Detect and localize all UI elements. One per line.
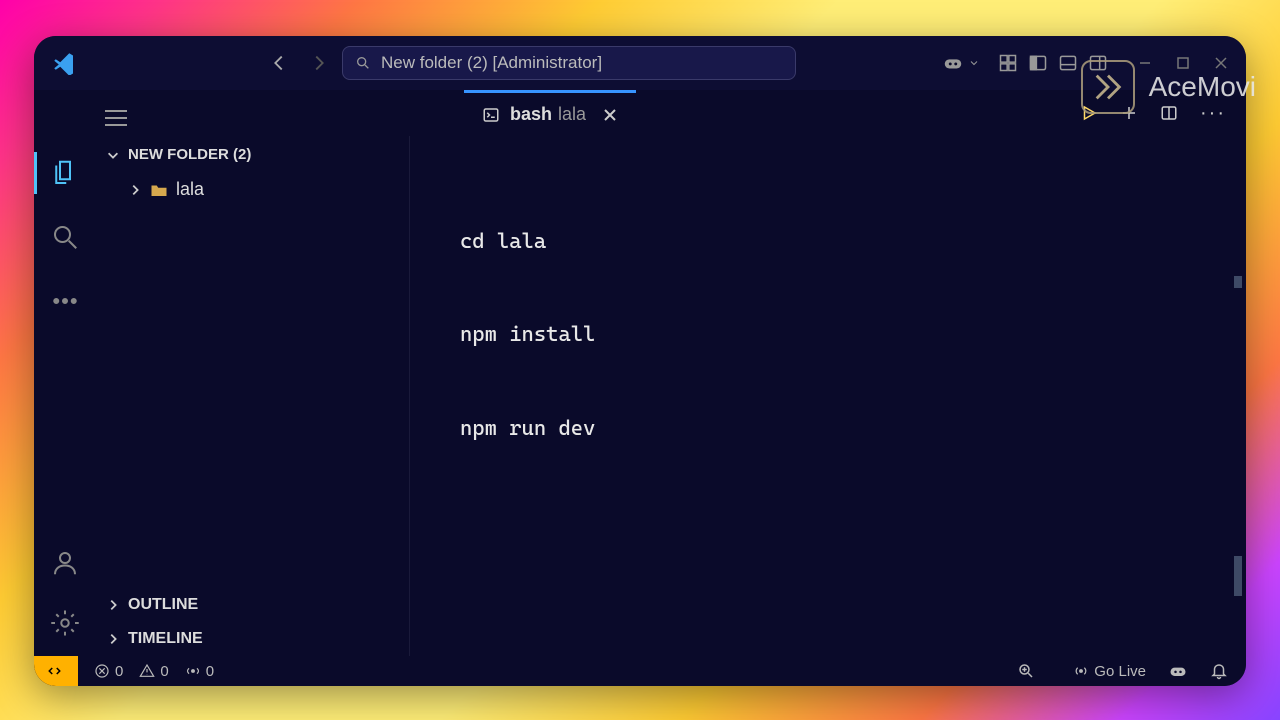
split-editor-icon[interactable] <box>1160 104 1178 122</box>
search-icon <box>355 55 371 71</box>
status-go-live[interactable]: Go Live <box>1073 663 1146 680</box>
nav-back-icon[interactable] <box>268 52 290 74</box>
outline-label: OUTLINE <box>128 596 198 614</box>
scrollbar-marker <box>1234 276 1242 288</box>
broadcast-icon <box>1073 663 1089 679</box>
tab-terminal[interactable]: bash lala <box>464 90 636 136</box>
maximize-icon[interactable] <box>1176 56 1190 70</box>
timeline-label: TIMELINE <box>128 630 203 648</box>
vscode-logo-icon <box>52 51 76 75</box>
tab-close-icon[interactable] <box>602 107 618 123</box>
terminal-content: cd lala npm install npm run dev User@DES… <box>410 136 1246 656</box>
terminal-icon <box>482 106 500 124</box>
menu-button[interactable] <box>96 98 136 138</box>
gear-icon <box>50 608 80 638</box>
status-warnings[interactable]: 0 <box>139 663 168 680</box>
ellipsis-icon <box>50 286 80 316</box>
copilot-icon <box>942 52 964 74</box>
terminal-editor[interactable]: cd lala npm install npm run dev User@DES… <box>410 136 1246 656</box>
term-prompt-1: User@DESKTOP-PAULOB7 MINGW64 ~/Desktop/N… <box>432 622 1224 656</box>
tab-name: lala <box>558 104 586 125</box>
nav-forward-icon <box>308 52 330 74</box>
account-icon <box>50 548 80 578</box>
new-terminal-icon[interactable] <box>1120 104 1138 122</box>
activity-account[interactable] <box>50 548 80 578</box>
tab-kind: bash <box>510 104 552 125</box>
chevron-right-icon <box>128 183 142 197</box>
command-center-text: New folder (2) [Administrator] <box>381 53 602 73</box>
close-window-icon[interactable] <box>1214 56 1228 70</box>
explorer-folder-header[interactable]: NEW FOLDER (2) <box>96 136 409 173</box>
activity-more[interactable] <box>50 286 80 316</box>
remote-button[interactable] <box>34 656 78 686</box>
zoom-icon[interactable] <box>1017 662 1035 680</box>
activity-explorer[interactable] <box>50 158 80 188</box>
radio-icon <box>185 663 201 679</box>
remote-icon <box>47 662 65 680</box>
chevron-down-icon <box>106 148 120 162</box>
activity-settings[interactable] <box>50 608 80 638</box>
status-bar: 0 0 0 Go Live <box>34 656 1246 686</box>
run-icon[interactable] <box>1080 104 1098 122</box>
tree-item-label: lala <box>176 179 204 200</box>
command-center[interactable]: New folder (2) [Administrator] <box>342 46 796 80</box>
term-line: npm install <box>432 319 1224 350</box>
folder-icon <box>150 182 168 198</box>
term-line: npm run dev <box>432 413 1224 444</box>
chevron-right-icon <box>106 598 120 612</box>
tree-item-lala[interactable]: lala <box>124 173 409 206</box>
status-errors[interactable]: 0 <box>94 663 123 680</box>
term-line: cd lala <box>432 226 1224 257</box>
scrollbar-thumb[interactable] <box>1234 556 1242 596</box>
copilot-button[interactable] <box>942 52 980 74</box>
explorer-sidebar: NEW FOLDER (2) lala OUTLINE TIMELINE <box>96 136 410 656</box>
toggle-sidebar-icon[interactable] <box>1028 53 1048 73</box>
toggle-panel-icon[interactable] <box>1058 53 1078 73</box>
chevron-right-icon <box>106 632 120 646</box>
outline-section[interactable]: OUTLINE <box>96 588 409 622</box>
editor-more-icon[interactable]: ··· <box>1200 102 1226 125</box>
activity-bar <box>34 136 96 656</box>
copilot-status-icon[interactable] <box>1168 661 1188 681</box>
hamburger-icon <box>105 110 127 126</box>
warning-icon <box>139 663 155 679</box>
files-icon <box>50 158 80 188</box>
status-ports[interactable]: 0 <box>185 663 214 680</box>
toggle-secondary-icon[interactable] <box>1088 53 1108 73</box>
bell-icon[interactable] <box>1210 662 1228 680</box>
titlebar: New folder (2) [Administrator] <box>34 36 1246 90</box>
minimize-icon[interactable] <box>1138 56 1152 70</box>
chevron-down-icon <box>968 57 980 69</box>
tab-bar: ··· bash lala ··· <box>34 90 1246 136</box>
explorer-folder-name: NEW FOLDER (2) <box>128 146 251 163</box>
search-icon <box>50 222 80 252</box>
vscode-window: New folder (2) [Administrator] ··· <box>34 36 1246 686</box>
timeline-section[interactable]: TIMELINE <box>96 622 409 656</box>
error-icon <box>94 663 110 679</box>
activity-search[interactable] <box>50 222 80 252</box>
layout-grid-icon[interactable] <box>998 53 1018 73</box>
